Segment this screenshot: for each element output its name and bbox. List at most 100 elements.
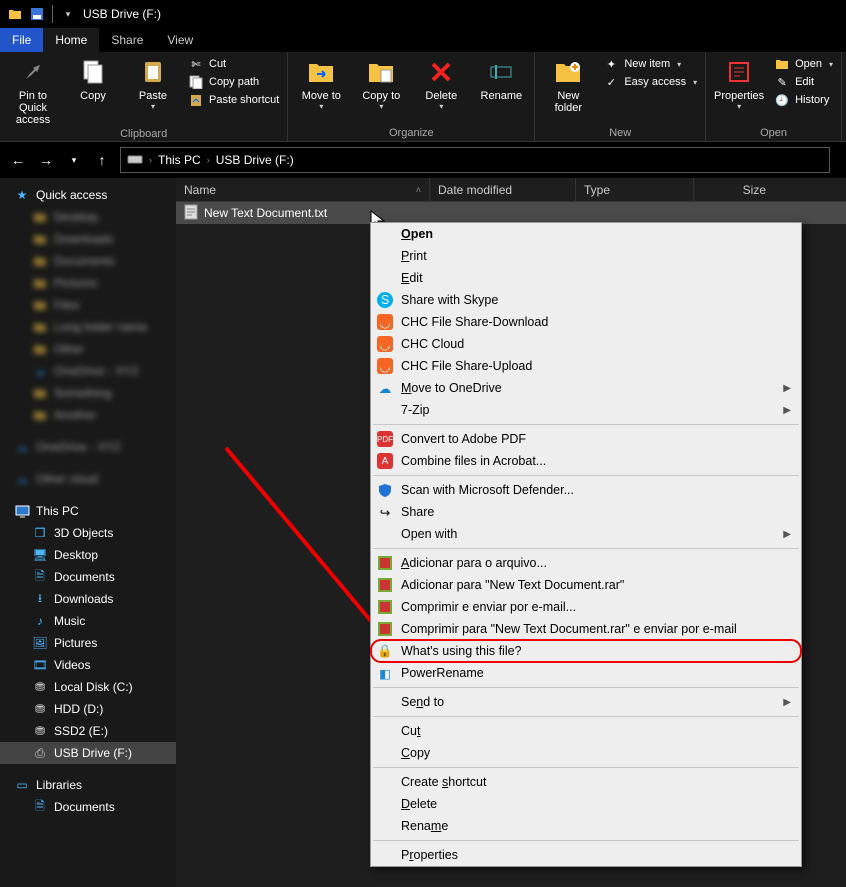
history-button[interactable]: 🕘History [774,92,833,108]
rename-button[interactable]: Rename [476,56,526,102]
drive-icon: ⛃ [32,679,48,695]
ctx-edit[interactable]: Edit [371,267,801,289]
paste-button[interactable]: Paste ▾ [128,56,178,111]
sidebar-item-blurred[interactable]: Files [0,294,176,316]
sidebar-item-desktop[interactable]: 🖥Desktop [0,544,176,566]
new-item-button[interactable]: ✦New item [603,56,697,72]
new-folder-button[interactable]: New folder [543,56,593,114]
ctx-skype[interactable]: SShare with Skype [371,289,801,311]
group-open: Properties▾ Open ✎Edit 🕘History Open [706,52,842,141]
sidebar-item-blurred[interactable]: Downloads [0,228,176,250]
ctx-7zip[interactable]: 7-Zip▶ [371,399,801,421]
col-date[interactable]: Date modified [430,178,576,201]
ctx-adobe[interactable]: PDFConvert to Adobe PDF [371,428,801,450]
forward-button[interactable]: → [36,152,56,168]
sidebar-item-blurred[interactable]: ☁OneDrive - XYZ [0,436,176,458]
copy-button[interactable]: Copy [68,56,118,102]
sidebar-item-ssd2[interactable]: ⛃SSD2 (E:) [0,720,176,742]
sidebar-item-3dobjects[interactable]: ❒3D Objects [0,522,176,544]
ctx-cut[interactable]: Cut [371,720,801,742]
sidebar-item-blurred[interactable]: Documents [0,250,176,272]
sidebar-lib-documents[interactable]: 🗎Documents [0,796,176,818]
copypath-icon [188,74,204,90]
ctx-rename[interactable]: Rename [371,815,801,837]
sidebar-item-blurred[interactable]: ☁Other cloud [0,468,176,490]
easy-access-button[interactable]: ✓Easy access [603,74,697,90]
sidebar-item-blurred[interactable]: Long folder name [0,316,176,338]
sidebar-item-blurred[interactable]: Pictures [0,272,176,294]
ctx-chc-dl[interactable]: ◡CHC File Share-Download [371,311,801,333]
col-type[interactable]: Type [576,178,694,201]
ctx-create-shortcut[interactable]: Create shortcut [371,771,801,793]
ctx-defender[interactable]: Scan with Microsoft Defender... [371,479,801,501]
chc-icon: ◡ [377,336,393,352]
sidebar-libraries[interactable]: ▭Libraries [0,774,176,796]
sidebar-item-usbdrive[interactable]: ⎙USB Drive (F:) [0,742,176,764]
tab-view[interactable]: View [155,28,205,52]
ctx-whats-using[interactable]: 🔒What's using this file? [371,640,801,662]
sidebar-item-music[interactable]: ♪Music [0,610,176,632]
sidebar-quick-access[interactable]: ★Quick access [0,184,176,206]
dropdown-icon[interactable]: ▾ [60,6,76,22]
copy-path-button[interactable]: Copy path [188,74,279,90]
documents-icon: 🗎 [32,799,48,815]
sidebar-item-blurred[interactable]: Something [0,382,176,404]
ctx-chc-cloud[interactable]: ◡CHC Cloud [371,333,801,355]
cut-button[interactable]: ✄Cut [188,56,279,72]
ctx-print[interactable]: Print [371,245,801,267]
ctx-chc-up[interactable]: ◡CHC File Share-Upload [371,355,801,377]
ctx-powerrename[interactable]: ◧PowerRename [371,662,801,684]
back-button[interactable]: ← [8,152,28,168]
ctx-open[interactable]: Open [371,223,801,245]
col-name[interactable]: Name˄ [176,178,430,201]
sidebar-item-blurred[interactable]: Another [0,404,176,426]
ctx-acrobat[interactable]: ACombine files in Acrobat... [371,450,801,472]
ctx-rar-add[interactable]: Adicionar para o arquivo... [371,552,801,574]
sidebar-item-blurred[interactable]: ☁OneDrive - XYZ [0,360,176,382]
sidebar-item-hdd[interactable]: ⛃HDD (D:) [0,698,176,720]
ctx-rar-emailname[interactable]: Comprimir para "New Text Document.rar" e… [371,618,801,640]
sidebar-item-videos[interactable]: 🎞Videos [0,654,176,676]
open-button[interactable]: Open [774,56,833,72]
file-row[interactable]: New Text Document.txt [176,202,846,224]
edit-button[interactable]: ✎Edit [774,74,833,90]
save-icon[interactable] [29,6,45,22]
ctx-sendto[interactable]: Send to▶ [371,691,801,713]
ctx-rar-email[interactable]: Comprimir e enviar por e-mail... [371,596,801,618]
winrar-icon [377,599,393,615]
crumb-leaf[interactable]: USB Drive (F:) [216,153,294,167]
address-bar[interactable]: › This PC › USB Drive (F:) [120,147,830,173]
ctx-copy[interactable]: Copy [371,742,801,764]
sidebar-item-documents[interactable]: 🗎Documents [0,566,176,588]
properties-button[interactable]: Properties▾ [714,56,764,111]
open-icon [774,56,790,72]
pin-to-quick-access-button[interactable]: Pin to Quick access [8,56,58,126]
recent-dropdown-icon[interactable]: ▾ [64,155,84,166]
sidebar-this-pc[interactable]: This PC [0,500,176,522]
sidebar-item-localdisk[interactable]: ⛃Local Disk (C:) [0,676,176,698]
copy-to-button[interactable]: Copy to▾ [356,56,406,111]
ctx-separator [373,475,799,476]
sidebar-item-downloads[interactable]: ⭳Downloads [0,588,176,610]
up-button[interactable]: ↑ [92,152,112,168]
crumb-root[interactable]: This PC [158,153,201,167]
paste-shortcut-button[interactable]: Paste shortcut [188,92,279,108]
ctx-separator [373,687,799,688]
pin-icon [17,56,49,88]
sidebar-item-pictures[interactable]: 🖼Pictures [0,632,176,654]
sidebar-item-blurred[interactable]: Desktop [0,206,176,228]
sidebar-item-blurred[interactable]: Other [0,338,176,360]
ctx-share[interactable]: ↪Share [371,501,801,523]
ctx-openwith[interactable]: Open with▶ [371,523,801,545]
ctx-properties[interactable]: Properties [371,844,801,866]
ctx-onedrive[interactable]: ☁Move to OneDrive▶ [371,377,801,399]
sidebar[interactable]: ★Quick access Desktop Downloads Document… [0,178,176,887]
tab-home[interactable]: Home [43,28,99,52]
tab-file[interactable]: File [0,28,43,52]
move-to-button[interactable]: Move to▾ [296,56,346,111]
ctx-delete[interactable]: Delete [371,793,801,815]
tab-share[interactable]: Share [99,28,155,52]
ctx-rar-addname[interactable]: Adicionar para "New Text Document.rar" [371,574,801,596]
col-size[interactable]: Size [694,178,774,201]
delete-button[interactable]: Delete▾ [416,56,466,111]
